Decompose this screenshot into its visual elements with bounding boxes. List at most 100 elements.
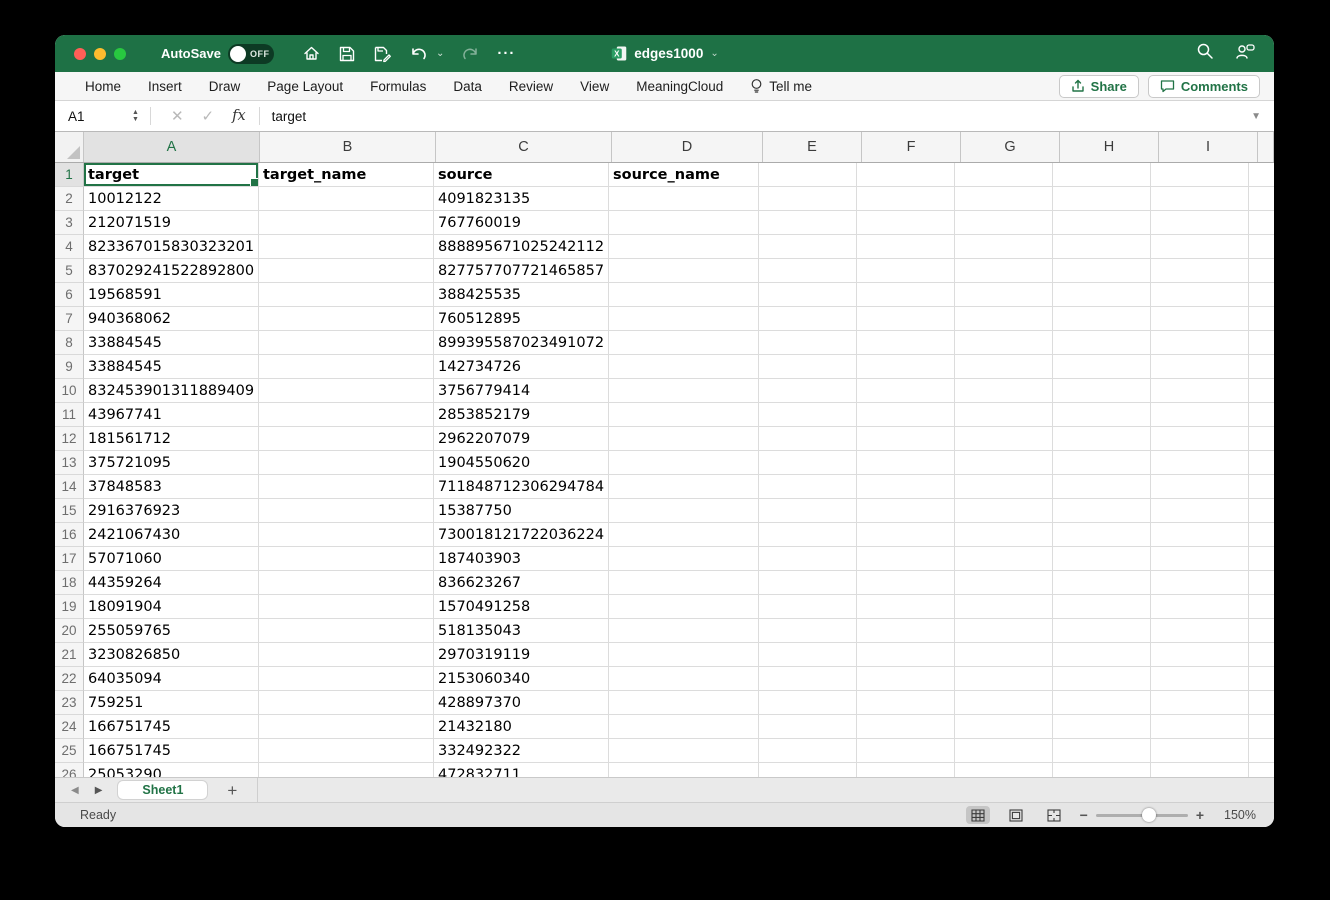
cell-B9[interactable] <box>259 355 434 379</box>
cell-A1[interactable]: target <box>84 163 259 187</box>
cell-E2[interactable] <box>759 187 857 211</box>
cell-I16[interactable] <box>1151 523 1249 547</box>
cell-E15[interactable] <box>759 499 857 523</box>
name-box-spinner[interactable]: ▲▼ <box>132 110 139 123</box>
cell-C8[interactable]: 899395587023491072 <box>434 331 609 355</box>
cell-I23[interactable] <box>1151 691 1249 715</box>
row-header-23[interactable]: 23 <box>55 691 84 715</box>
cell-D8[interactable] <box>609 331 759 355</box>
cell-C16[interactable]: 730018121722036224 <box>434 523 609 547</box>
row-header-18[interactable]: 18 <box>55 571 84 595</box>
cell-C7[interactable]: 760512895 <box>434 307 609 331</box>
row-header-8[interactable]: 8 <box>55 331 84 355</box>
cell-I9[interactable] <box>1151 355 1249 379</box>
cell-E25[interactable] <box>759 739 857 763</box>
normal-view-button[interactable] <box>966 806 990 824</box>
cell-partial-5[interactable] <box>1249 259 1274 283</box>
cell-B26[interactable] <box>259 763 434 777</box>
cell-A20[interactable]: 255059765 <box>84 619 259 643</box>
cell-G1[interactable] <box>955 163 1053 187</box>
cell-I2[interactable] <box>1151 187 1249 211</box>
cell-I26[interactable] <box>1151 763 1249 777</box>
cell-G18[interactable] <box>955 571 1053 595</box>
cell-F20[interactable] <box>857 619 955 643</box>
cell-F8[interactable] <box>857 331 955 355</box>
cell-E19[interactable] <box>759 595 857 619</box>
cell-F10[interactable] <box>857 379 955 403</box>
cell-A7[interactable]: 940368062 <box>84 307 259 331</box>
cell-I11[interactable] <box>1151 403 1249 427</box>
save-as-icon[interactable] <box>373 45 392 63</box>
cell-F19[interactable] <box>857 595 955 619</box>
cell-C22[interactable]: 2153060340 <box>434 667 609 691</box>
row-header-3[interactable]: 3 <box>55 211 84 235</box>
ribbon-tab-review[interactable]: Review <box>509 79 553 94</box>
cell-C10[interactable]: 3756779414 <box>434 379 609 403</box>
cell-G9[interactable] <box>955 355 1053 379</box>
cell-A9[interactable]: 33884545 <box>84 355 259 379</box>
cell-F1[interactable] <box>857 163 955 187</box>
cell-D3[interactable] <box>609 211 759 235</box>
cell-D14[interactable] <box>609 475 759 499</box>
cell-partial-23[interactable] <box>1249 691 1274 715</box>
zoom-percentage[interactable]: 150% <box>1218 808 1256 822</box>
cell-G13[interactable] <box>955 451 1053 475</box>
cell-I13[interactable] <box>1151 451 1249 475</box>
sheet-nav-next-icon[interactable]: ▶ <box>95 785 103 796</box>
cell-F17[interactable] <box>857 547 955 571</box>
row-header-20[interactable]: 20 <box>55 619 84 643</box>
cell-B1[interactable]: target_name <box>259 163 434 187</box>
cell-partial-6[interactable] <box>1249 283 1274 307</box>
cell-partial-1[interactable] <box>1249 163 1274 187</box>
row-header-4[interactable]: 4 <box>55 235 84 259</box>
cell-E9[interactable] <box>759 355 857 379</box>
cell-A21[interactable]: 3230826850 <box>84 643 259 667</box>
cell-G20[interactable] <box>955 619 1053 643</box>
cell-D4[interactable] <box>609 235 759 259</box>
cell-H3[interactable] <box>1053 211 1151 235</box>
cell-E17[interactable] <box>759 547 857 571</box>
cell-D26[interactable] <box>609 763 759 777</box>
cell-I4[interactable] <box>1151 235 1249 259</box>
row-header-19[interactable]: 19 <box>55 595 84 619</box>
row-header-2[interactable]: 2 <box>55 187 84 211</box>
cell-H21[interactable] <box>1053 643 1151 667</box>
cell-G5[interactable] <box>955 259 1053 283</box>
cell-A3[interactable]: 212071519 <box>84 211 259 235</box>
cell-H11[interactable] <box>1053 403 1151 427</box>
cell-G6[interactable] <box>955 283 1053 307</box>
minimize-window-button[interactable] <box>94 48 106 60</box>
undo-icon[interactable] <box>409 44 429 63</box>
document-title-group[interactable]: X edges1000 ⌄ <box>610 35 718 72</box>
ribbon-tab-meaningcloud[interactable]: MeaningCloud <box>636 79 723 94</box>
cell-partial-15[interactable] <box>1249 499 1274 523</box>
cell-H17[interactable] <box>1053 547 1151 571</box>
cell-E1[interactable] <box>759 163 857 187</box>
cell-G24[interactable] <box>955 715 1053 739</box>
cell-D17[interactable] <box>609 547 759 571</box>
tell-me-tab[interactable]: Tell me <box>750 78 812 94</box>
cell-C20[interactable]: 518135043 <box>434 619 609 643</box>
zoom-in-icon[interactable]: + <box>1196 807 1204 823</box>
row-header-26[interactable]: 26 <box>55 763 84 777</box>
cell-H23[interactable] <box>1053 691 1151 715</box>
row-header-11[interactable]: 11 <box>55 403 84 427</box>
cell-partial-9[interactable] <box>1249 355 1274 379</box>
cell-A6[interactable]: 19568591 <box>84 283 259 307</box>
cell-partial-4[interactable] <box>1249 235 1274 259</box>
zoom-slider[interactable] <box>1096 814 1188 817</box>
cell-C26[interactable]: 472832711 <box>434 763 609 777</box>
cell-H8[interactable] <box>1053 331 1151 355</box>
cell-G2[interactable] <box>955 187 1053 211</box>
cell-C11[interactable]: 2853852179 <box>434 403 609 427</box>
name-box[interactable]: A1 <box>55 109 130 124</box>
row-header-21[interactable]: 21 <box>55 643 84 667</box>
column-header-E[interactable]: E <box>763 132 862 162</box>
cell-D15[interactable] <box>609 499 759 523</box>
cell-I15[interactable] <box>1151 499 1249 523</box>
cell-D2[interactable] <box>609 187 759 211</box>
column-header-C[interactable]: C <box>436 132 612 162</box>
cell-E5[interactable] <box>759 259 857 283</box>
undo-dropdown-chevron-icon[interactable]: ⌄ <box>436 48 444 59</box>
cell-partial-14[interactable] <box>1249 475 1274 499</box>
